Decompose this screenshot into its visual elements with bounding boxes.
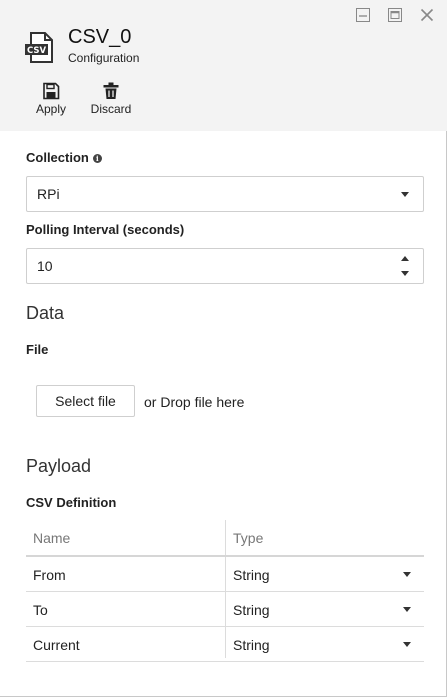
apply-label: Apply <box>35 102 67 116</box>
polling-interval-value: 10 <box>37 258 53 274</box>
row-name: To <box>33 602 48 618</box>
type-value: String <box>233 567 270 583</box>
polling-interval-label: Polling Interval (seconds) <box>26 222 185 237</box>
type-value: String <box>233 637 270 653</box>
table-row: From String <box>26 557 424 592</box>
minimize-icon <box>356 8 370 22</box>
svg-text:CSV: CSV <box>27 46 47 56</box>
column-header-type: Type <box>233 530 264 546</box>
data-section-title: Data <box>26 303 65 323</box>
chevron-down-icon <box>403 642 411 647</box>
table-row: Current String <box>26 627 424 662</box>
page-title: CSV_0 <box>68 26 132 48</box>
column-header-name: Name <box>33 530 71 546</box>
maximize-icon <box>388 8 402 22</box>
maximize-button[interactable] <box>383 6 407 24</box>
collection-select[interactable]: RPi <box>26 176 424 212</box>
chevron-down-icon <box>401 192 409 197</box>
table-header: Name Type <box>26 520 424 557</box>
type-select[interactable]: String <box>226 557 424 591</box>
drop-file-hint: or Drop file here <box>144 394 245 410</box>
type-select[interactable]: String <box>226 592 424 626</box>
csv-definition-table: Name Type From String To String Current … <box>26 520 424 662</box>
collection-value: RPi <box>37 186 60 202</box>
minimize-button[interactable] <box>351 6 375 24</box>
row-name: From <box>33 567 66 583</box>
panel-header: CSV CSV_0 Configuration Apply Discard <box>0 0 447 131</box>
discard-label: Discard <box>90 102 132 116</box>
trash-icon <box>103 82 119 99</box>
row-name: Current <box>33 637 80 653</box>
close-icon <box>420 8 434 22</box>
page-subtitle: Configuration <box>68 51 140 65</box>
increment-arrow-icon[interactable] <box>401 256 409 261</box>
type-select[interactable]: String <box>226 627 424 661</box>
csv-file-icon: CSV <box>25 32 53 63</box>
file-label: File <box>26 342 49 357</box>
discard-button[interactable]: Discard <box>87 82 135 118</box>
config-panel: CSV CSV_0 Configuration Apply Discard Co… <box>0 0 447 697</box>
decrement-arrow-icon[interactable] <box>401 271 409 276</box>
info-icon[interactable]: i <box>92 154 102 163</box>
apply-button[interactable]: Apply <box>27 82 75 118</box>
window-controls <box>343 6 439 24</box>
collection-label-text: Collection <box>26 150 89 165</box>
payload-section-title: Payload <box>26 456 92 476</box>
table-row: To String <box>26 592 424 627</box>
chevron-down-icon <box>403 572 411 577</box>
collection-label: Collection i <box>26 150 102 165</box>
polling-interval-input[interactable]: 10 <box>26 248 424 284</box>
csv-definition-label: CSV Definition <box>26 495 117 510</box>
select-file-button[interactable]: Select file <box>36 385 135 417</box>
type-value: String <box>233 602 270 618</box>
save-icon <box>43 82 60 100</box>
close-button[interactable] <box>415 6 439 24</box>
chevron-down-icon <box>403 607 411 612</box>
